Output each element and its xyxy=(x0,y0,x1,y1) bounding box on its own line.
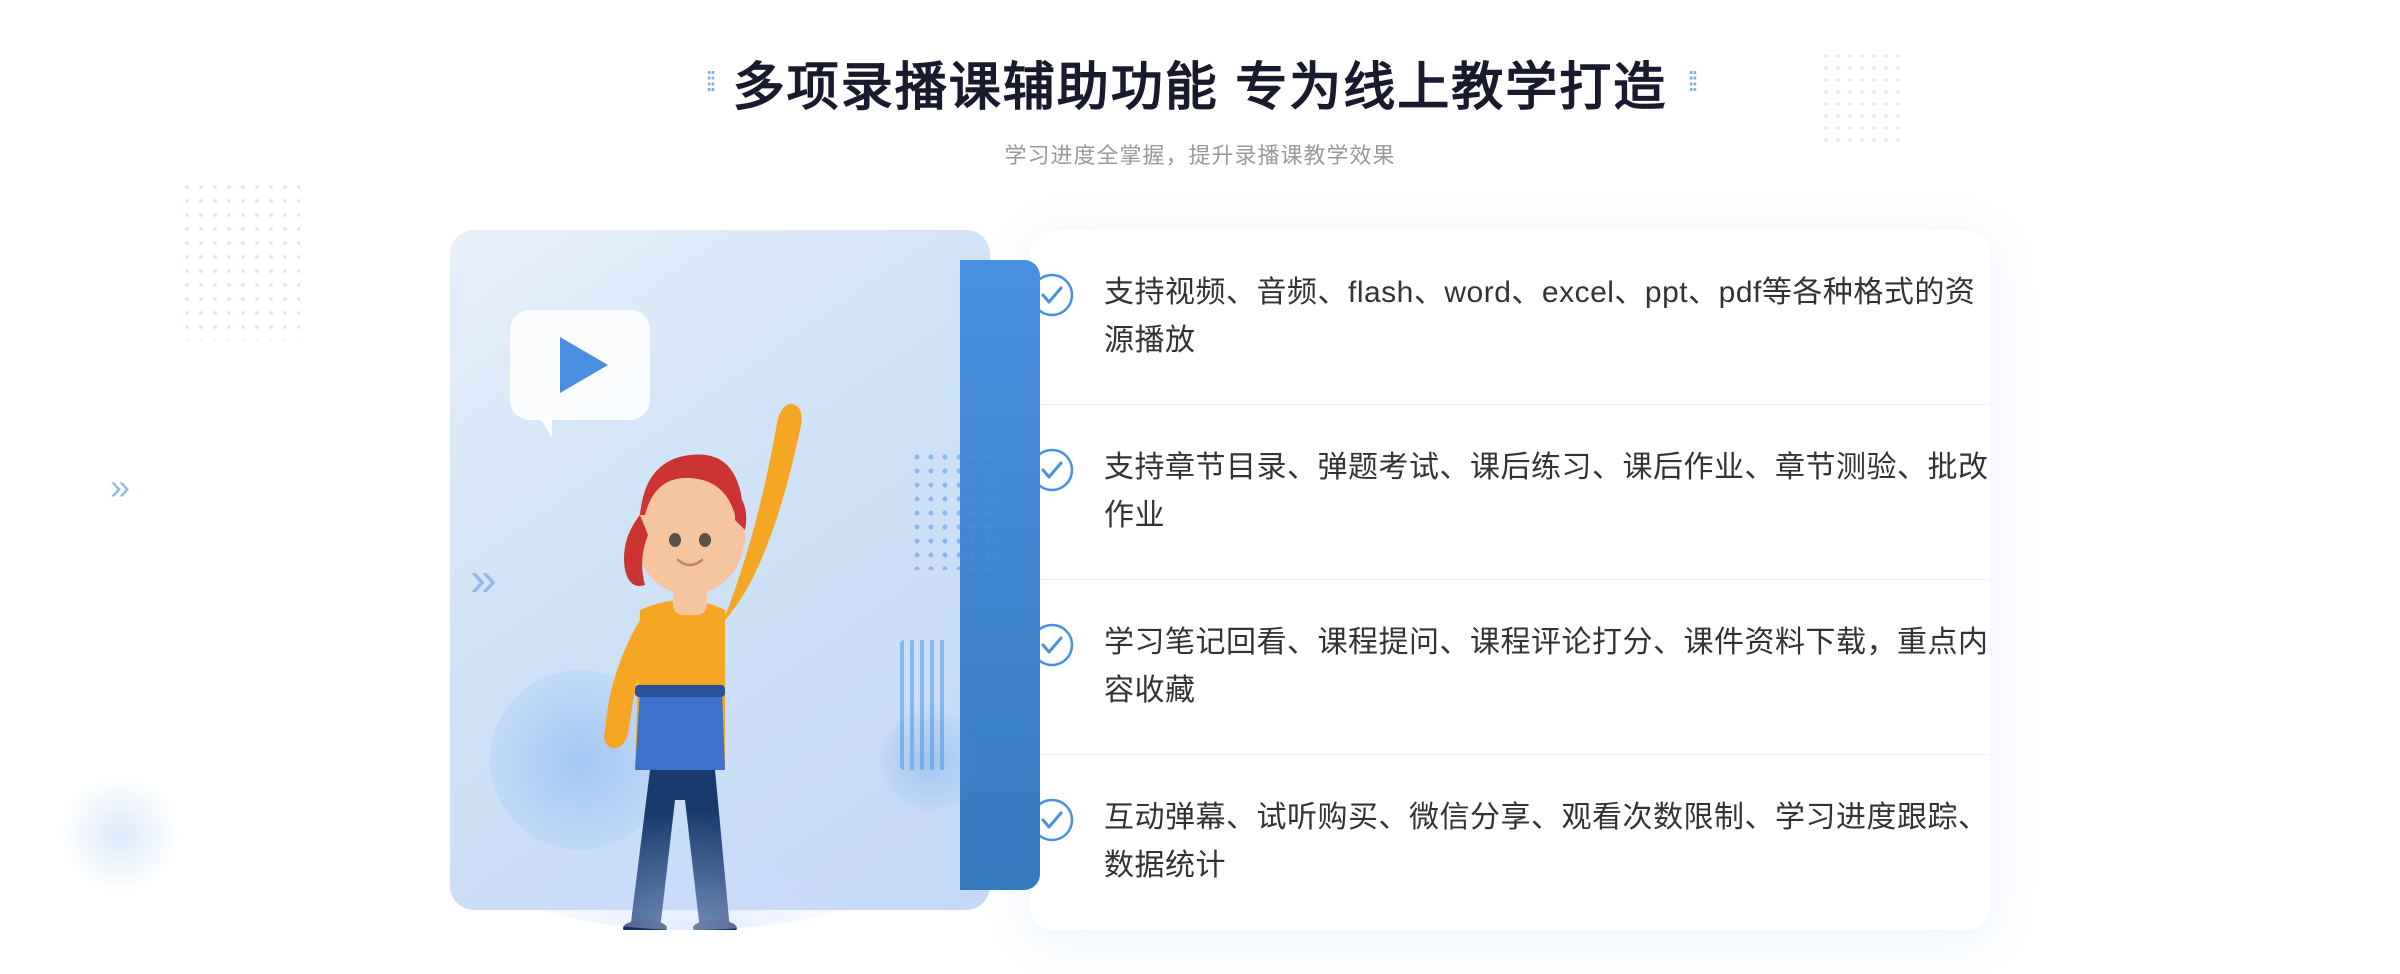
blue-side-panel xyxy=(960,260,1040,890)
dots-decoration-right xyxy=(1820,50,1900,150)
header-section: ⁞⁞ 多项录播课辅助功能 专为线上教学打造 ⁞⁞ 学习进度全掌握，提升录播课教学… xyxy=(705,45,1695,170)
main-title: 多项录播课辅助功能 专为线上教学打造 xyxy=(733,45,1667,120)
features-panel: 支持视频、音频、flash、word、excel、ppt、pdf等各种格式的资源… xyxy=(1030,230,1990,930)
feature-text-3: 学习笔记回看、课程提问、课程评论打分、课件资料下载，重点内容收藏 xyxy=(1104,619,1990,715)
illustration-chevrons: » xyxy=(470,552,489,607)
feature-item-3: 学习笔记回看、课程提问、课程评论打分、课件资料下载，重点内容收藏 xyxy=(1030,599,1990,735)
page-wrapper: » ⁞⁞ 多项录播课辅助功能 专为线上教学打造 ⁞⁞ 学习进度全掌握，提升录播课… xyxy=(0,0,2400,974)
divider-2 xyxy=(1030,579,1990,580)
illustration-dots xyxy=(910,450,1000,570)
divider-3 xyxy=(1030,754,1990,755)
header-dots-left: ⁞⁞ xyxy=(705,66,713,98)
sub-title: 学习进度全掌握，提升录播课教学效果 xyxy=(705,138,1695,170)
feature-item-4: 互动弹幕、试听购买、微信分享、观看次数限制、学习进度跟踪、数据统计 xyxy=(1030,774,1990,910)
feature-text-4: 互动弹幕、试听购买、微信分享、观看次数限制、学习进度跟踪、数据统计 xyxy=(1104,794,1990,890)
feature-text-2: 支持章节目录、弹题考试、课后练习、课后作业、章节测验、批改作业 xyxy=(1104,444,1990,540)
divider-1 xyxy=(1030,404,1990,405)
ground-glow xyxy=(490,810,890,930)
header-title-row: ⁞⁞ 多项录播课辅助功能 专为线上教学打造 ⁞⁞ xyxy=(705,45,1695,120)
feature-text-1: 支持视频、音频、flash、word、excel、ppt、pdf等各种格式的资源… xyxy=(1104,269,1990,365)
content-section: » xyxy=(410,230,1990,930)
stripe-decoration xyxy=(900,640,950,770)
feature-item-1: 支持视频、音频、flash、word、excel、ppt、pdf等各种格式的资源… xyxy=(1030,249,1990,385)
dots-decoration-left xyxy=(180,180,300,340)
chevron-left-decoration: » xyxy=(110,466,130,508)
bottom-left-circle-decoration xyxy=(60,774,180,894)
header-dots-right: ⁞⁞ xyxy=(1687,66,1695,98)
feature-item-2: 支持章节目录、弹题考试、课后练习、课后作业、章节测验、批改作业 xyxy=(1030,424,1990,560)
illustration-area: » xyxy=(410,230,1030,930)
